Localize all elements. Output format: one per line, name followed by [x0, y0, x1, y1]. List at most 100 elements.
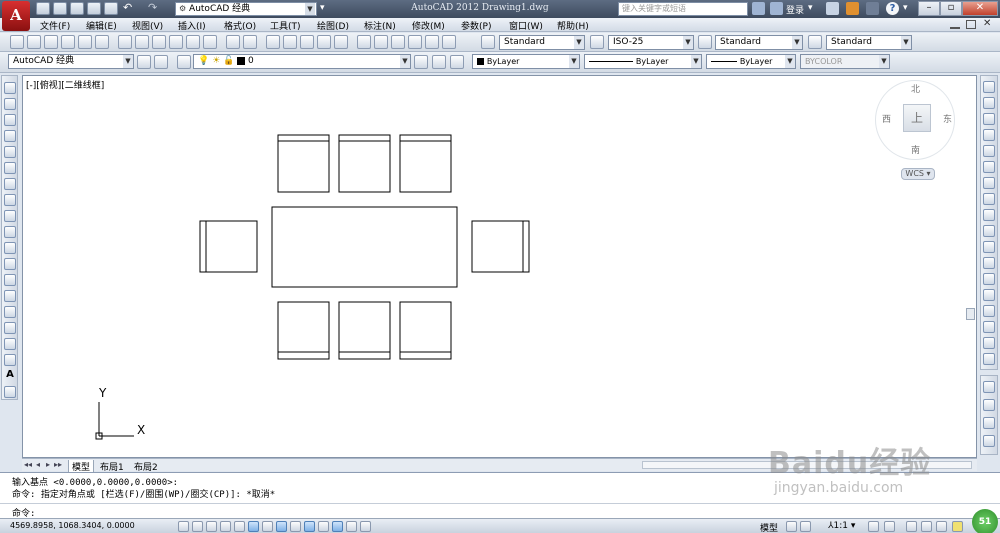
isolate-objects-icon[interactable] — [952, 521, 963, 532]
vertical-scrollbar-thumb[interactable] — [966, 308, 975, 320]
coordinate-readout[interactable]: 4569.8958, 1068.3404, 0.0000 — [10, 521, 135, 530]
add-selected-icon[interactable] — [4, 386, 16, 398]
auto-scale-icon[interactable] — [884, 521, 895, 532]
quickcalc-icon[interactable] — [425, 35, 439, 49]
app-logo[interactable]: A — [2, 1, 30, 31]
tool-palettes-icon[interactable] — [374, 35, 388, 49]
menu-tools[interactable]: 工具(T) — [270, 19, 301, 32]
notification-badge[interactable]: 51 — [972, 509, 998, 533]
line-icon[interactable] — [4, 82, 16, 94]
text-style-dropdown[interactable]: Standard ▼ — [499, 35, 585, 50]
rectangle-icon[interactable] — [4, 146, 16, 158]
offset-icon[interactable] — [983, 129, 995, 141]
quick-view-layouts-icon[interactable] — [786, 521, 797, 532]
menu-view[interactable]: 视图(V) — [132, 19, 163, 32]
help-search-input[interactable]: 键入关键字或短语 — [618, 2, 748, 16]
color-dropdown[interactable]: ByLayer ▼ — [472, 54, 580, 69]
ellipse-arc-icon[interactable] — [4, 242, 16, 254]
multileader-style-icon[interactable] — [808, 35, 822, 49]
match-properties-icon[interactable] — [186, 35, 200, 49]
viewcube-north[interactable]: 北 — [911, 82, 920, 95]
viewcube[interactable]: 北 南 东 西 上 — [875, 80, 955, 160]
hardware-acceleration-icon[interactable] — [936, 521, 947, 532]
design-center-icon[interactable] — [357, 35, 371, 49]
wcs-menu[interactable]: WCS ▾ — [901, 168, 935, 180]
open-icon[interactable] — [27, 35, 41, 49]
help-icon[interactable]: ? — [886, 2, 899, 15]
text-style-icon[interactable] — [481, 35, 495, 49]
make-block-icon[interactable] — [4, 274, 16, 286]
menu-dimension[interactable]: 标注(N) — [364, 19, 396, 32]
send-to-back-icon[interactable] — [983, 399, 995, 411]
save-as-icon[interactable] — [87, 2, 101, 15]
layer-manager-icon[interactable] — [177, 55, 191, 69]
rotate-icon[interactable] — [983, 177, 995, 189]
linetype-dropdown[interactable]: ByLayer ▼ — [584, 54, 702, 69]
minimize-button[interactable]: – — [918, 1, 940, 16]
mirror-icon[interactable] — [983, 113, 995, 125]
ortho-mode-icon[interactable] — [220, 521, 231, 532]
gradient-icon[interactable] — [4, 322, 16, 334]
grid-display-icon[interactable] — [206, 521, 217, 532]
stretch-icon[interactable] — [983, 209, 995, 221]
construction-line-icon[interactable] — [4, 98, 16, 110]
annotation-visibility-icon[interactable] — [868, 521, 879, 532]
quick-view-drawings-icon[interactable] — [800, 521, 811, 532]
menu-format[interactable]: 格式(O) — [224, 19, 256, 32]
table-icon[interactable] — [4, 354, 16, 366]
tab-nav-last-icon[interactable]: ▸▸ — [54, 460, 62, 469]
table-style-icon[interactable] — [698, 35, 712, 49]
redo-icon[interactable]: ↷ — [148, 2, 162, 15]
infer-constraints-icon[interactable] — [178, 521, 189, 532]
object-snap-icon[interactable] — [248, 521, 259, 532]
star-icon[interactable] — [846, 2, 859, 15]
menu-file[interactable]: 文件(F) — [40, 19, 70, 32]
workspace-switching-icon[interactable] — [906, 521, 917, 532]
polar-tracking-icon[interactable] — [234, 521, 245, 532]
hatch-icon[interactable] — [4, 306, 16, 318]
3d-object-snap-icon[interactable] — [262, 521, 273, 532]
layer-state-icon[interactable] — [450, 55, 464, 69]
save-icon[interactable] — [70, 2, 84, 15]
layer-previous-icon[interactable] — [432, 55, 446, 69]
bring-above-icon[interactable] — [983, 417, 995, 429]
menu-edit[interactable]: 编辑(E) — [86, 19, 117, 32]
cut-icon[interactable] — [135, 35, 149, 49]
make-current-layer-icon[interactable] — [414, 55, 428, 69]
maximize-button[interactable]: ▫ — [940, 1, 962, 16]
region-icon[interactable] — [4, 338, 16, 350]
model-space-button[interactable]: 模型 — [760, 521, 778, 533]
lineweight-dropdown[interactable]: ByLayer ▼ — [706, 54, 796, 69]
workspace-dropdown[interactable]: ⚙ AutoCAD 经典 ▼ — [175, 2, 317, 16]
array-icon[interactable] — [983, 145, 995, 157]
quick-properties-icon[interactable] — [346, 521, 357, 532]
mtext-icon[interactable]: A — [4, 370, 16, 382]
zoom-window-icon[interactable] — [300, 35, 314, 49]
workspace-settings-icon[interactable] — [137, 55, 151, 69]
dynamic-input-icon[interactable] — [304, 521, 315, 532]
help-toolbar-icon[interactable] — [442, 35, 456, 49]
erase-icon[interactable] — [983, 81, 995, 93]
tab-nav-prev-icon[interactable]: ◂ — [36, 460, 40, 469]
save-icon[interactable] — [44, 35, 58, 49]
fillet-icon[interactable] — [983, 321, 995, 333]
chamfer-icon[interactable] — [983, 305, 995, 317]
circle-icon[interactable] — [4, 178, 16, 190]
markup-icon[interactable] — [408, 35, 422, 49]
polygon-icon[interactable] — [4, 130, 16, 142]
revision-cloud-icon[interactable] — [4, 194, 16, 206]
object-snap-tracking-icon[interactable] — [276, 521, 287, 532]
plot-icon[interactable] — [61, 35, 75, 49]
copy-icon[interactable] — [152, 35, 166, 49]
copy-object-icon[interactable] — [983, 97, 995, 109]
publish-icon[interactable] — [95, 35, 109, 49]
lineweight-icon[interactable] — [318, 521, 329, 532]
undo-icon[interactable]: ↶ — [123, 2, 137, 15]
new-icon[interactable] — [36, 2, 50, 15]
menu-parametric[interactable]: 参数(P) — [461, 19, 491, 32]
viewcube-east[interactable]: 东 — [943, 112, 952, 125]
multileader-style-dropdown[interactable]: Standard ▼ — [826, 35, 912, 50]
point-icon[interactable] — [4, 290, 16, 302]
layer-dropdown[interactable]: 💡 ☀ 🔓 0 ▼ — [193, 54, 411, 69]
viewcube-top-face[interactable]: 上 — [903, 104, 931, 132]
